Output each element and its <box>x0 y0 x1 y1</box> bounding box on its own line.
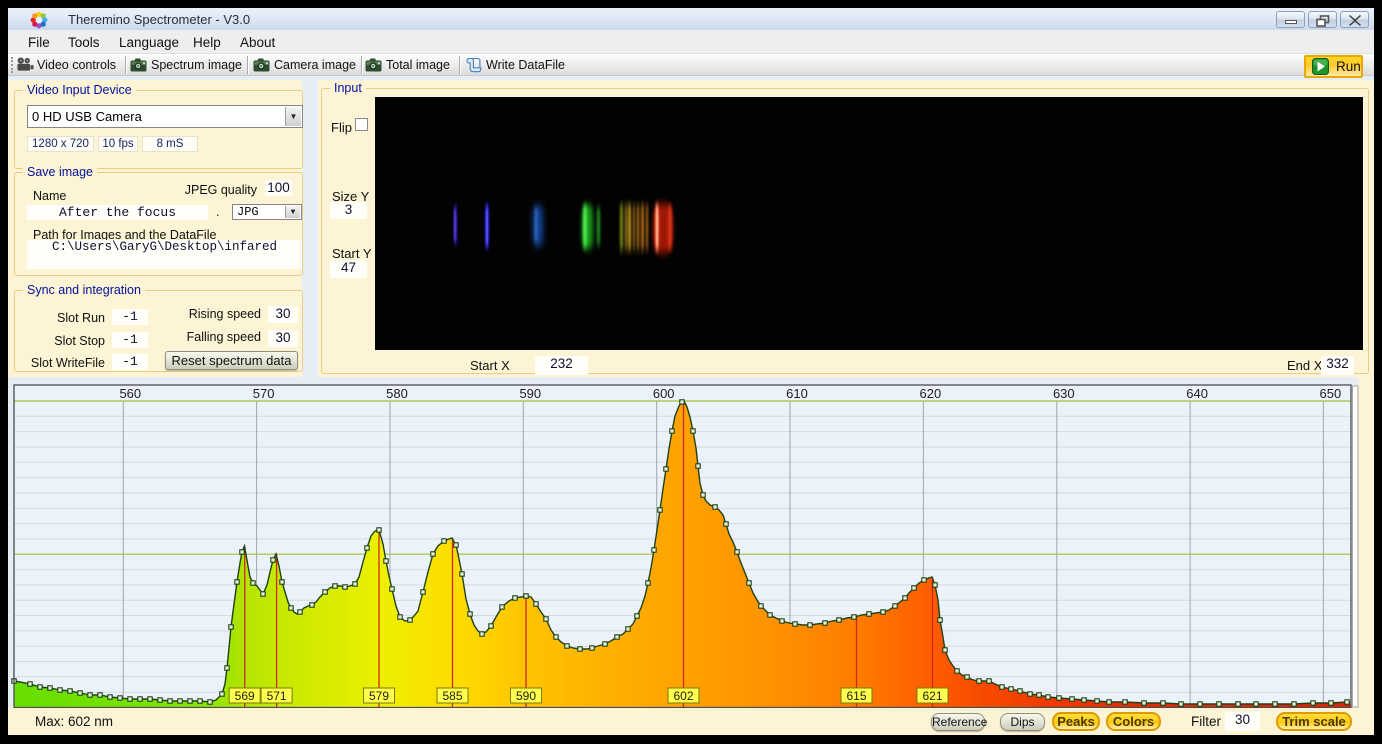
svg-text:630: 630 <box>1053 386 1075 401</box>
svg-text:580: 580 <box>386 386 408 401</box>
svg-text:560: 560 <box>119 386 141 401</box>
svg-text:590: 590 <box>516 689 536 703</box>
svg-text:579: 579 <box>369 689 389 703</box>
svg-text:600: 600 <box>653 386 675 401</box>
svg-text:585: 585 <box>442 689 462 703</box>
svg-text:569: 569 <box>235 689 255 703</box>
svg-text:570: 570 <box>253 386 275 401</box>
svg-text:571: 571 <box>267 689 287 703</box>
svg-text:650: 650 <box>1320 386 1342 401</box>
svg-text:640: 640 <box>1186 386 1208 401</box>
svg-text:602: 602 <box>673 689 693 703</box>
svg-text:590: 590 <box>519 386 541 401</box>
svg-text:610: 610 <box>786 386 808 401</box>
svg-text:620: 620 <box>920 386 942 401</box>
svg-text:621: 621 <box>922 689 942 703</box>
svg-text:615: 615 <box>846 689 866 703</box>
